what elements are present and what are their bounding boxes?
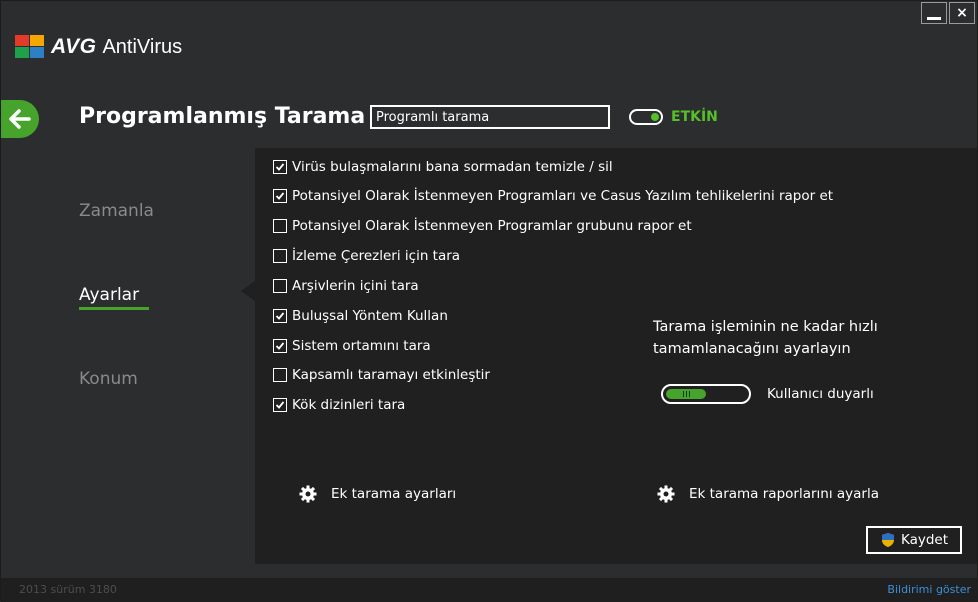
scan-name-input[interactable] — [370, 105, 610, 129]
option-report-pup-spyware[interactable]: Potansiyel Olarak İstenmeyen Programları… — [273, 188, 833, 204]
option-report-pup-group[interactable]: Potansiyel Olarak İstenmeyen Programlar … — [273, 218, 692, 234]
extra-report-settings-label: Ek tarama raporlarını ayarla — [689, 486, 879, 502]
minimize-button[interactable] — [921, 2, 947, 24]
scan-speed-line-1: Tarama işleminin ne kadar hızlı — [653, 319, 878, 335]
enabled-toggle[interactable] — [629, 109, 663, 125]
show-notification-link[interactable]: Bildirimi göster — [887, 583, 971, 596]
checkbox[interactable] — [273, 368, 287, 382]
product-name: AntiVirus — [102, 35, 183, 58]
nav-pointer — [241, 281, 255, 301]
extra-scan-settings-link[interactable]: Ek tarama ayarları — [299, 485, 456, 503]
checkbox-checked[interactable] — [273, 398, 287, 412]
option-label: Buluşsal Yöntem Kullan — [292, 308, 448, 324]
option-label: Potansiyel Olarak İstenmeyen Programlar … — [292, 218, 692, 234]
scan-speed-line-2: tamamlanacağını ayarlayın — [653, 341, 851, 357]
nav-item-location[interactable]: Konum — [79, 369, 138, 389]
arrow-left-icon — [9, 109, 31, 129]
checkbox[interactable] — [273, 219, 287, 233]
checkbox[interactable] — [273, 249, 287, 263]
option-label: Kapsamlı taramayı etkinleştir — [292, 367, 490, 383]
save-button-label: Kaydet — [900, 532, 949, 548]
app-window: AVG AntiVirus × Programlanmış Tarama ETK… — [0, 0, 978, 602]
toggle-knob — [651, 113, 659, 121]
option-clean-infections[interactable]: Virüs bulaşmalarını bana sormadan temizl… — [273, 159, 613, 175]
checkbox-checked[interactable] — [273, 309, 287, 323]
gear-icon — [299, 485, 317, 503]
checkbox[interactable] — [273, 279, 287, 293]
option-scan-archives[interactable]: Arşivlerin içini tara — [273, 278, 419, 294]
close-icon: × — [956, 5, 968, 21]
nav-active-indicator — [79, 307, 149, 310]
checkbox-checked[interactable] — [273, 189, 287, 203]
option-label: Sistem ortamını tara — [292, 338, 431, 354]
scan-speed-slider[interactable] — [661, 384, 751, 404]
back-button[interactable] — [1, 100, 39, 138]
scan-speed-label: Kullanıcı duyarlı — [767, 386, 874, 402]
status-bar: 2013 sürüm 3180 Bildirimi göster — [1, 578, 978, 602]
checkbox-checked[interactable] — [273, 160, 287, 174]
minimize-icon — [927, 16, 941, 20]
gear-icon — [657, 485, 675, 503]
option-scan-system-environment[interactable]: Sistem ortamını tara — [273, 338, 431, 354]
scan-speed-description: Tarama işleminin ne kadar hızlı tamamlan… — [653, 316, 953, 360]
option-scan-tracking-cookies[interactable]: İzleme Çerezleri için tara — [273, 248, 460, 264]
option-heuristics[interactable]: Buluşsal Yöntem Kullan — [273, 308, 448, 324]
settings-panel: Virüs bulaşmalarını bana sormadan temizl… — [255, 148, 977, 564]
app-title: AVG AntiVirus — [15, 33, 182, 61]
option-thorough-scan[interactable]: Kapsamlı taramayı etkinleştir — [273, 367, 490, 383]
enabled-toggle-label: ETKİN — [671, 109, 718, 125]
option-scan-rootkits[interactable]: Kök dizinleri tara — [273, 397, 405, 413]
option-label: Virüs bulaşmalarını bana sormadan temizl… — [292, 159, 613, 175]
option-label: Arşivlerin içini tara — [292, 278, 419, 294]
shield-icon — [881, 533, 894, 547]
brand-name: AVG — [51, 35, 97, 58]
slider-handle[interactable] — [666, 389, 706, 399]
extra-report-settings-link[interactable]: Ek tarama raporlarını ayarla — [657, 485, 879, 503]
checkbox-checked[interactable] — [273, 339, 287, 353]
option-label: Kök dizinleri tara — [292, 397, 406, 413]
nav-item-settings[interactable]: Ayarlar — [79, 285, 139, 305]
avg-logo-icon — [15, 35, 45, 59]
save-button[interactable]: Kaydet — [866, 526, 962, 554]
version-text: 2013 sürüm 3180 — [19, 583, 117, 596]
page-title: Programlanmış Tarama — [79, 104, 366, 129]
nav-item-schedule[interactable]: Zamanla — [79, 201, 154, 221]
option-label: Potansiyel Olarak İstenmeyen Programları… — [292, 188, 834, 204]
option-label: İzleme Çerezleri için tara — [292, 248, 461, 264]
close-button[interactable]: × — [949, 2, 975, 24]
extra-scan-settings-label: Ek tarama ayarları — [331, 486, 457, 502]
